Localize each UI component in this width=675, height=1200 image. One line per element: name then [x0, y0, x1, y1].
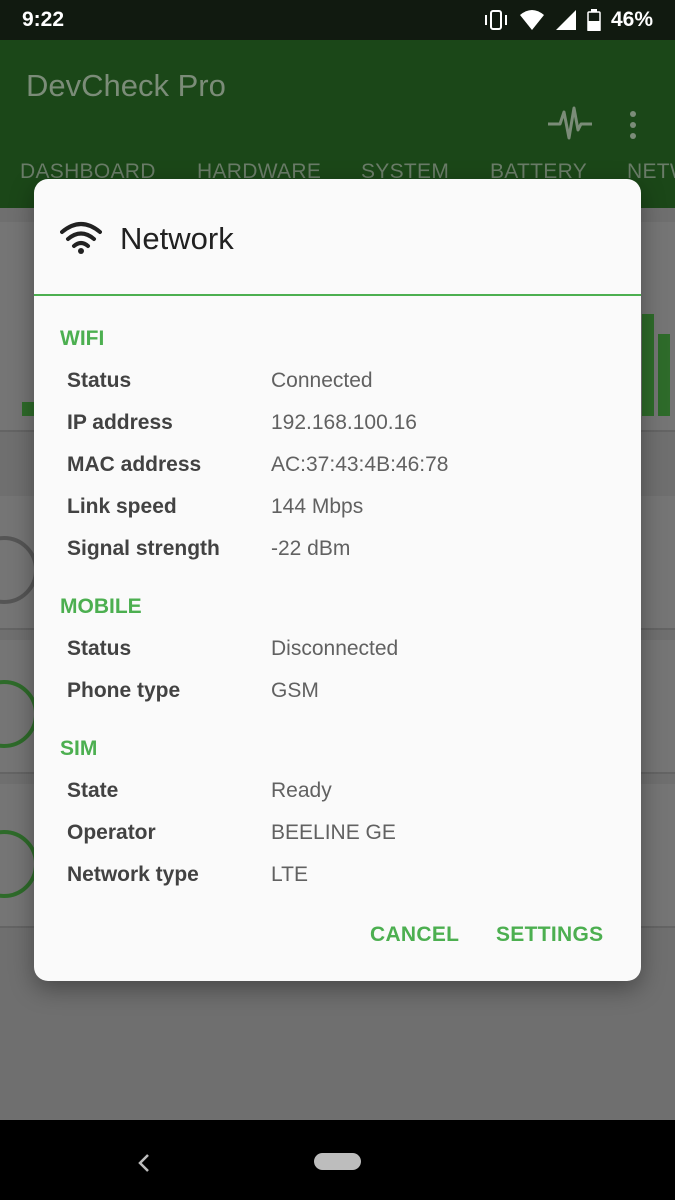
- row-value: 192.168.100.16: [271, 411, 417, 434]
- cancel-button[interactable]: CANCEL: [370, 923, 459, 947]
- status-icons: 46%: [483, 8, 653, 32]
- row-value: 144 Mbps: [271, 495, 364, 518]
- dialog-header: Network: [34, 179, 641, 296]
- back-icon[interactable]: [137, 1148, 151, 1180]
- row-value: BEELINE GE: [271, 821, 396, 844]
- row-label: State: [67, 779, 119, 802]
- home-button[interactable]: [314, 1153, 361, 1170]
- section-title-sim: SIM: [60, 737, 98, 760]
- background-gauge: [0, 680, 38, 748]
- wifi-icon: [60, 221, 102, 260]
- background-gauge: [0, 830, 38, 898]
- vibrate-icon: [483, 9, 509, 31]
- row-value: Connected: [271, 369, 373, 392]
- row-label: Status: [67, 637, 132, 660]
- network-dialog: Network WIFI Status Connected IP address…: [34, 179, 641, 981]
- background-bar: [658, 334, 670, 416]
- background-gauge: [0, 536, 38, 604]
- row-value: Disconnected: [271, 637, 399, 660]
- section-title-wifi: WIFI: [60, 327, 105, 350]
- status-time: 9:22: [22, 8, 65, 31]
- app-title: DevCheck Pro: [26, 68, 226, 103]
- row-label: Link speed: [67, 495, 177, 518]
- row-label: Operator: [67, 821, 156, 844]
- row-value: Ready: [271, 779, 332, 802]
- row-label: Phone type: [67, 679, 181, 702]
- more-vert-icon[interactable]: [628, 110, 638, 145]
- settings-button[interactable]: SETTINGS: [496, 923, 603, 947]
- row-value: GSM: [271, 679, 319, 702]
- battery-icon: [587, 9, 601, 31]
- navigation-bar: [0, 1120, 675, 1200]
- background-bar: [642, 314, 654, 416]
- cell-signal-icon: [555, 9, 577, 31]
- dialog-title: Network: [120, 221, 234, 256]
- wifi-signal-icon: [519, 9, 545, 31]
- row-label: Network type: [67, 863, 199, 886]
- row-label: Signal strength: [67, 537, 220, 560]
- row-label: Status: [67, 369, 132, 392]
- pulse-icon[interactable]: [548, 104, 592, 149]
- status-bar: 9:22 46%: [0, 0, 675, 40]
- row-label: IP address: [67, 411, 173, 434]
- row-value: -22 dBm: [271, 537, 351, 560]
- battery-percent: 46%: [610, 8, 653, 31]
- section-title-mobile: MOBILE: [60, 595, 142, 618]
- row-value: AC:37:43:4B:46:78: [271, 453, 449, 476]
- row-value: LTE: [271, 863, 308, 886]
- row-label: MAC address: [67, 453, 202, 476]
